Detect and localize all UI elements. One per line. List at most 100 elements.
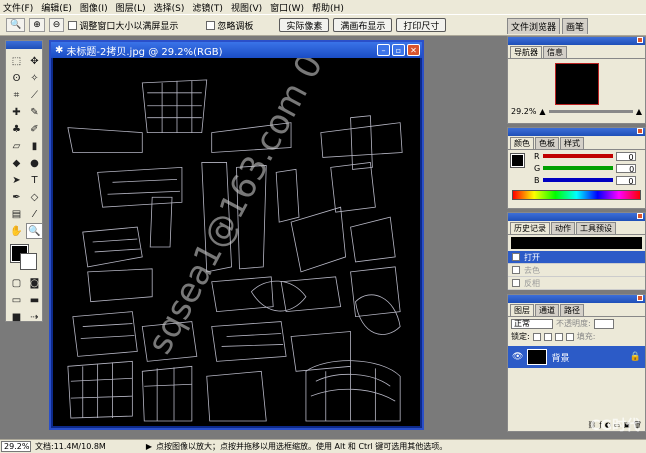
close-icon[interactable]: ✕ bbox=[407, 44, 420, 56]
menu-layer[interactable]: 图层(L) bbox=[116, 1, 146, 14]
document-titlebar[interactable]: ✱ 未标题-2拷贝.jpg @ 29.2%(RGB) – ▫ ✕ bbox=[51, 42, 422, 58]
tab-color[interactable]: 颜色 bbox=[510, 137, 534, 149]
status-doc-info[interactable]: 文档:11.4M/10.8M bbox=[35, 441, 106, 452]
channel-r-input[interactable]: 0 bbox=[615, 151, 636, 162]
print-size-button[interactable]: 打印尺寸 bbox=[396, 18, 447, 32]
blur-tool-icon[interactable]: ◆ bbox=[8, 155, 25, 171]
pen-tool-icon[interactable]: ✒ bbox=[8, 189, 25, 205]
channel-g-input[interactable]: 0 bbox=[616, 163, 637, 174]
channel-r-slider[interactable] bbox=[542, 154, 613, 158]
tab-history[interactable]: 历史记录 bbox=[510, 222, 550, 234]
close-icon[interactable] bbox=[637, 213, 643, 219]
close-icon[interactable] bbox=[637, 37, 643, 43]
status-arrow-icon[interactable]: ▶ bbox=[146, 442, 152, 451]
healing-brush-tool-icon[interactable]: ✚ bbox=[8, 104, 25, 120]
actual-pixels-button[interactable]: 实际像素 bbox=[279, 18, 330, 32]
move-tool-icon[interactable]: ✥ bbox=[26, 53, 43, 69]
channel-b-input[interactable]: 0 bbox=[615, 175, 636, 186]
close-icon[interactable] bbox=[637, 295, 643, 301]
status-zoom-input[interactable]: 29.2% bbox=[1, 441, 31, 452]
quick-mask-icon[interactable]: ◙ bbox=[26, 275, 43, 291]
blend-mode-select[interactable]: 正常 bbox=[511, 318, 553, 329]
tab-paths[interactable]: 路径 bbox=[560, 304, 584, 316]
history-item[interactable]: 反相 bbox=[508, 277, 645, 290]
lock-all-icon[interactable] bbox=[565, 332, 574, 341]
menu-select[interactable]: 选择(S) bbox=[154, 1, 185, 14]
zoom-out-icon[interactable]: ⊖ bbox=[48, 18, 65, 32]
background-color[interactable] bbox=[20, 253, 37, 270]
menu-edit[interactable]: 编辑(E) bbox=[41, 1, 72, 14]
slice-tool-icon[interactable]: ⟋ bbox=[26, 87, 43, 103]
magic-wand-tool-icon[interactable]: ✧ bbox=[26, 70, 43, 86]
eraser-tool-icon[interactable]: ▱ bbox=[8, 138, 25, 154]
history-snapshot[interactable] bbox=[511, 237, 642, 249]
screen-mode-full-icon[interactable]: ▬ bbox=[26, 292, 43, 308]
standard-mode-icon[interactable]: ▢ bbox=[8, 275, 25, 291]
zoom-tool-icon[interactable]: 🔍 bbox=[6, 18, 26, 32]
shape-tool-icon[interactable]: ◇ bbox=[26, 189, 43, 205]
navigator-zoom-value[interactable]: 29.2% bbox=[511, 107, 536, 116]
type-tool-icon[interactable]: T bbox=[26, 172, 43, 188]
tab-actions[interactable]: 动作 bbox=[551, 222, 575, 234]
tab-info[interactable]: 信息 bbox=[543, 46, 567, 58]
lasso-tool-icon[interactable]: ʘ bbox=[8, 70, 25, 86]
marquee-tool-icon[interactable]: ⬚ bbox=[8, 53, 25, 69]
menu-window[interactable]: 窗口(W) bbox=[270, 1, 304, 14]
ignore-palettes-checkbox[interactable]: 忽略调板 bbox=[206, 19, 253, 32]
zoom-out-icon[interactable]: ▲ bbox=[539, 107, 545, 116]
fit-screen-button[interactable]: 满画布显示 bbox=[333, 18, 393, 32]
eye-icon[interactable]: 👁 bbox=[512, 352, 523, 362]
history-brush-tool-icon[interactable]: ✐ bbox=[26, 121, 43, 137]
tab-tool-presets[interactable]: 工具预设 bbox=[576, 222, 616, 234]
clone-stamp-tool-icon[interactable]: ♣ bbox=[8, 121, 25, 137]
path-select-tool-icon[interactable]: ➤ bbox=[8, 172, 25, 188]
history-item[interactable]: 打开 bbox=[508, 251, 645, 264]
maximize-icon[interactable]: ▫ bbox=[392, 44, 405, 56]
tab-navigator[interactable]: 导航器 bbox=[510, 46, 542, 58]
screen-mode-standard-icon[interactable]: ▭ bbox=[8, 292, 25, 308]
image-canvas[interactable]: sqsea1@163.com 001154616493 bbox=[53, 0, 441, 426]
tab-channels[interactable]: 通道 bbox=[535, 304, 559, 316]
brushes-tab[interactable]: 画笔 bbox=[562, 18, 589, 34]
zoom-in-icon[interactable]: ▲ bbox=[636, 107, 642, 116]
menu-image[interactable]: 图像(I) bbox=[80, 1, 108, 14]
color-spectrum[interactable] bbox=[512, 190, 641, 200]
tab-swatches[interactable]: 色板 bbox=[535, 137, 559, 149]
color-panel: 颜色 色板 样式 R 0 G 0 B 0 bbox=[507, 127, 646, 209]
lock-position-icon[interactable] bbox=[554, 332, 563, 341]
close-icon[interactable] bbox=[637, 128, 643, 134]
zoom-slider[interactable] bbox=[548, 110, 633, 113]
jump-to-imageready-icon[interactable]: ⇢ bbox=[26, 309, 43, 325]
gradient-tool-icon[interactable]: ▮ bbox=[26, 138, 43, 154]
zoom-in-icon[interactable]: ⊕ bbox=[29, 18, 45, 32]
minimize-icon[interactable]: – bbox=[377, 44, 390, 56]
notes-tool-icon[interactable]: ▤ bbox=[8, 206, 25, 222]
opacity-input[interactable] bbox=[593, 318, 614, 329]
history-item[interactable]: 去色 bbox=[508, 264, 645, 277]
resize-window-checkbox[interactable]: 调整窗口大小以满屏显示 bbox=[68, 19, 178, 32]
eyedropper-tool-icon[interactable]: ⁄ bbox=[26, 206, 43, 222]
navigator-thumbnail[interactable] bbox=[554, 63, 599, 105]
tab-styles[interactable]: 样式 bbox=[560, 137, 584, 149]
menu-help[interactable]: 帮助(H) bbox=[312, 1, 344, 14]
lock-transparent-icon[interactable] bbox=[532, 332, 541, 341]
menu-filter[interactable]: 滤镜(T) bbox=[192, 1, 223, 14]
crop-tool-icon[interactable]: ⌗ bbox=[8, 87, 25, 103]
channel-g-slider[interactable] bbox=[543, 166, 614, 170]
lock-pixels-icon[interactable] bbox=[543, 332, 552, 341]
tab-layers[interactable]: 图层 bbox=[510, 304, 534, 316]
foreground-color[interactable] bbox=[510, 153, 525, 168]
file-browser-tab[interactable]: 文件浏览器 bbox=[507, 18, 561, 34]
watermark-text: sqsea1@163.com 001154616493 bbox=[140, 58, 420, 360]
hand-tool-icon[interactable]: ✋ bbox=[8, 223, 25, 239]
channel-b-slider[interactable] bbox=[542, 178, 613, 182]
checkbox-icon bbox=[68, 20, 78, 30]
menu-view[interactable]: 视图(V) bbox=[231, 1, 262, 14]
status-bar: 29.2% 文档:11.4M/10.8M ▶ 点按图像以放大；点按并拖移以用选框… bbox=[0, 439, 646, 453]
brush-tool-icon[interactable]: ✎ bbox=[26, 104, 43, 120]
layer-row-background[interactable]: 👁 背景 🔒 bbox=[508, 346, 645, 368]
menu-file[interactable]: 文件(F) bbox=[3, 1, 33, 14]
dodge-tool-icon[interactable]: ● bbox=[26, 155, 43, 171]
zoom-tool-selected-icon[interactable]: 🔍 bbox=[26, 223, 43, 239]
screen-mode-fullblack-icon[interactable]: ■ bbox=[8, 309, 25, 325]
